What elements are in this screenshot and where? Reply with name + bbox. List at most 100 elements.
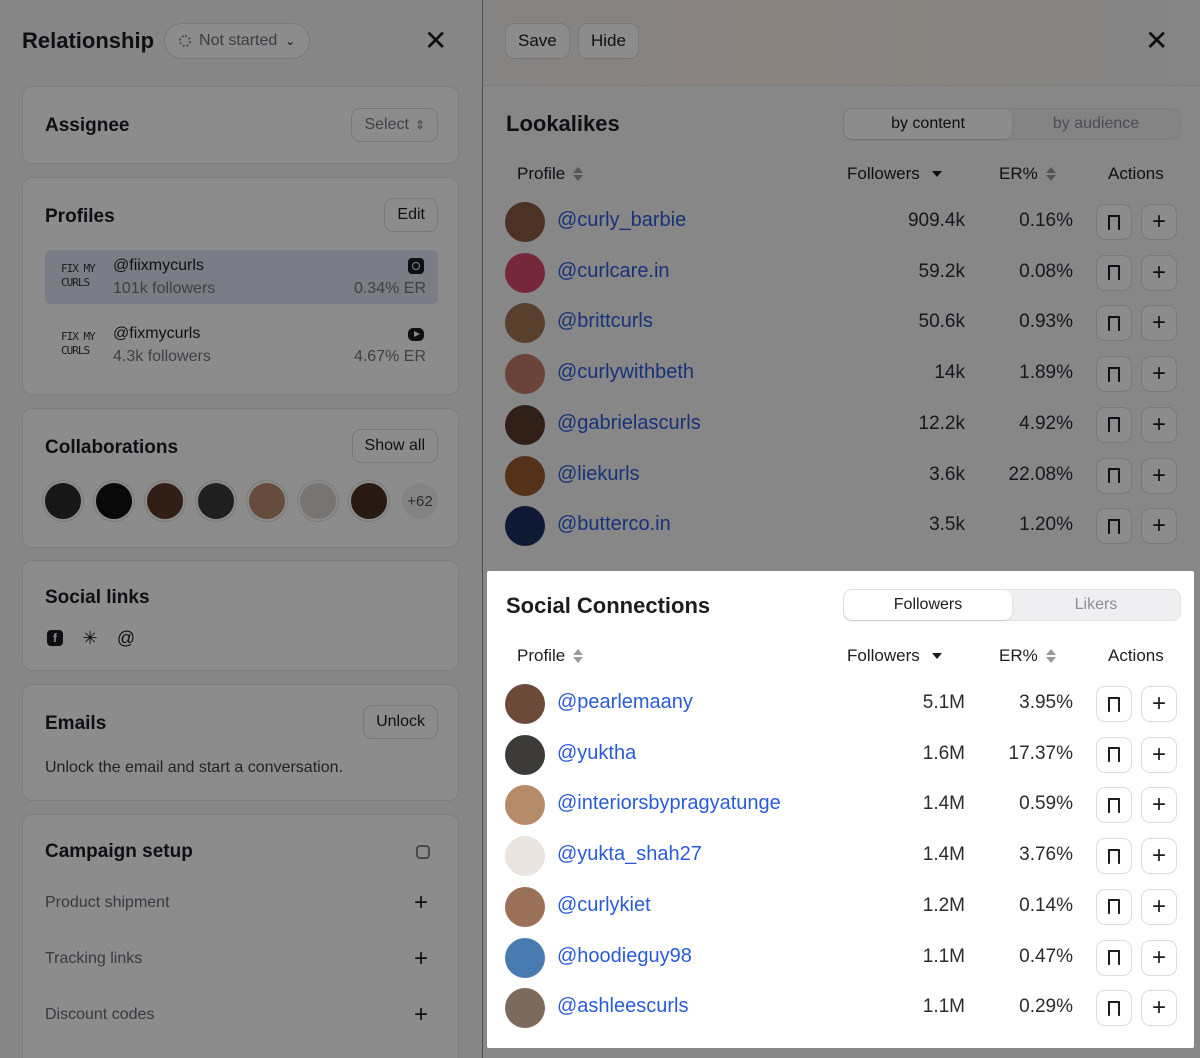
tab-by-content[interactable]: by content	[844, 109, 1012, 139]
profile-handle-link[interactable]: @interiorsbypragyatunge	[557, 792, 781, 815]
plus-icon[interactable]: +	[414, 889, 428, 917]
campaign-item-discount-codes[interactable]: Discount codes +	[45, 1001, 436, 1029]
tab-by-audience[interactable]: by audience	[1012, 109, 1180, 139]
profile-handle-link[interactable]: @pearlemaany	[557, 691, 693, 714]
add-button[interactable]: +	[1141, 305, 1177, 342]
profile-handle-link[interactable]: @curlywithbeth	[557, 361, 694, 384]
profile-handle-link[interactable]: @brittcurls	[557, 310, 653, 333]
linktree-icon[interactable]: ✳	[81, 628, 99, 648]
bookmark-button[interactable]	[1096, 305, 1132, 342]
add-button[interactable]: +	[1141, 736, 1177, 773]
avatar[interactable]	[298, 481, 338, 521]
avatar[interactable]	[43, 481, 83, 521]
add-button[interactable]: +	[1141, 888, 1177, 925]
add-button[interactable]: +	[1141, 204, 1177, 240]
tab-followers[interactable]: Followers	[844, 590, 1012, 620]
duplicate-icon[interactable]	[416, 845, 430, 859]
edit-profiles-button[interactable]: Edit	[384, 198, 438, 232]
column-header-profile[interactable]: Profile	[517, 646, 584, 666]
bookmark-button[interactable]	[1096, 457, 1132, 494]
avatar[interactable]	[505, 988, 545, 1029]
profile-handle-link[interactable]: @gabrielascurls	[557, 412, 701, 435]
profile-handle-link[interactable]: @curlykiet	[557, 894, 651, 917]
profile-item[interactable]: FIX MY CURLS @fixmycurls 4.3k followers …	[45, 318, 438, 372]
avatar[interactable]	[145, 481, 185, 521]
close-icon[interactable]: ✕	[424, 27, 447, 55]
column-header-profile[interactable]: Profile	[517, 164, 584, 184]
profile-handle-link[interactable]: @yuktha	[557, 742, 636, 765]
add-button[interactable]: +	[1141, 686, 1177, 722]
engagement-rate: 0.47%	[1019, 945, 1073, 967]
bookmark-button[interactable]	[1096, 990, 1132, 1027]
avatar[interactable]	[505, 202, 545, 242]
add-button[interactable]: +	[1141, 990, 1177, 1027]
add-button[interactable]: +	[1141, 254, 1177, 291]
avatar[interactable]	[505, 506, 545, 547]
campaign-item-product-shipment[interactable]: Product shipment +	[45, 889, 436, 917]
avatar[interactable]	[505, 734, 545, 775]
avatar[interactable]	[505, 836, 545, 877]
column-header-er[interactable]: ER%	[999, 164, 1056, 184]
avatar[interactable]	[505, 404, 545, 445]
plus-icon[interactable]: +	[414, 945, 428, 973]
column-header-er[interactable]: ER%	[999, 646, 1056, 666]
plus-icon: +	[1151, 258, 1166, 286]
column-header-followers[interactable]: Followers	[847, 646, 942, 666]
add-button[interactable]: +	[1141, 457, 1177, 494]
profile-handle-link[interactable]: @yukta_shah27	[557, 843, 702, 866]
bookmark-button[interactable]	[1096, 736, 1132, 773]
collaborations-card: Collaborations Show all +62	[22, 408, 459, 548]
profile-handle-link[interactable]: @butterco.in	[557, 513, 671, 536]
avatar[interactable]	[505, 785, 545, 826]
threads-icon[interactable]: @	[117, 628, 135, 648]
bookmark-button[interactable]	[1096, 406, 1132, 443]
add-button[interactable]: +	[1141, 406, 1177, 443]
close-icon[interactable]: ✕	[1145, 27, 1168, 55]
avatar[interactable]	[94, 481, 134, 521]
avatar[interactable]	[505, 303, 545, 344]
add-button[interactable]: +	[1141, 356, 1177, 393]
profile-handle-link[interactable]: @curlcare.in	[557, 260, 670, 283]
bookmark-button[interactable]	[1096, 787, 1132, 824]
profile-handle-link[interactable]: @liekurls	[557, 463, 640, 486]
plus-icon: +	[1151, 512, 1166, 540]
profile-handle-link[interactable]: @ashleescurls	[557, 995, 688, 1018]
tab-likers[interactable]: Likers	[1012, 590, 1180, 620]
avatar[interactable]	[505, 252, 545, 293]
add-button[interactable]: +	[1141, 939, 1177, 976]
hide-button[interactable]: Hide	[578, 23, 639, 59]
avatar[interactable]	[505, 886, 545, 927]
bookmark-button[interactable]	[1096, 939, 1132, 976]
more-collaborations-count[interactable]: +62	[400, 481, 440, 521]
profile-handle-link[interactable]: @hoodieguy98	[557, 945, 692, 968]
plus-icon[interactable]: +	[414, 1001, 428, 1029]
campaign-item-tracking-links[interactable]: Tracking links +	[45, 945, 436, 973]
show-all-button[interactable]: Show all	[351, 429, 438, 463]
add-button[interactable]: +	[1141, 838, 1177, 875]
profile-item[interactable]: FIX MY CURLS @fiixmycurls 101k followers…	[45, 250, 438, 304]
save-button[interactable]: Save	[505, 23, 570, 59]
bookmark-button[interactable]	[1096, 254, 1132, 291]
column-header-followers[interactable]: Followers	[847, 164, 942, 184]
bookmark-button[interactable]	[1096, 686, 1132, 722]
assignee-select[interactable]: Select ⇕	[351, 108, 438, 142]
avatar[interactable]	[505, 937, 545, 978]
status-dropdown[interactable]: Not started ⌄	[164, 23, 311, 59]
bookmark-button[interactable]	[1096, 838, 1132, 875]
avatar[interactable]	[247, 481, 287, 521]
unlock-email-button[interactable]: Unlock	[363, 705, 438, 739]
avatar[interactable]	[505, 354, 545, 395]
bookmark-icon	[1108, 696, 1120, 713]
add-button[interactable]: +	[1141, 508, 1177, 545]
add-button[interactable]: +	[1141, 787, 1177, 824]
bookmark-button[interactable]	[1096, 204, 1132, 240]
bookmark-button[interactable]	[1096, 356, 1132, 393]
bookmark-button[interactable]	[1096, 888, 1132, 925]
avatar[interactable]	[196, 481, 236, 521]
bookmark-button[interactable]	[1096, 508, 1132, 545]
profile-handle-link[interactable]: @curly_barbie	[557, 209, 686, 232]
avatar[interactable]	[349, 481, 389, 521]
facebook-icon[interactable]: f	[47, 630, 63, 646]
avatar[interactable]	[505, 684, 545, 724]
avatar[interactable]	[505, 455, 545, 496]
